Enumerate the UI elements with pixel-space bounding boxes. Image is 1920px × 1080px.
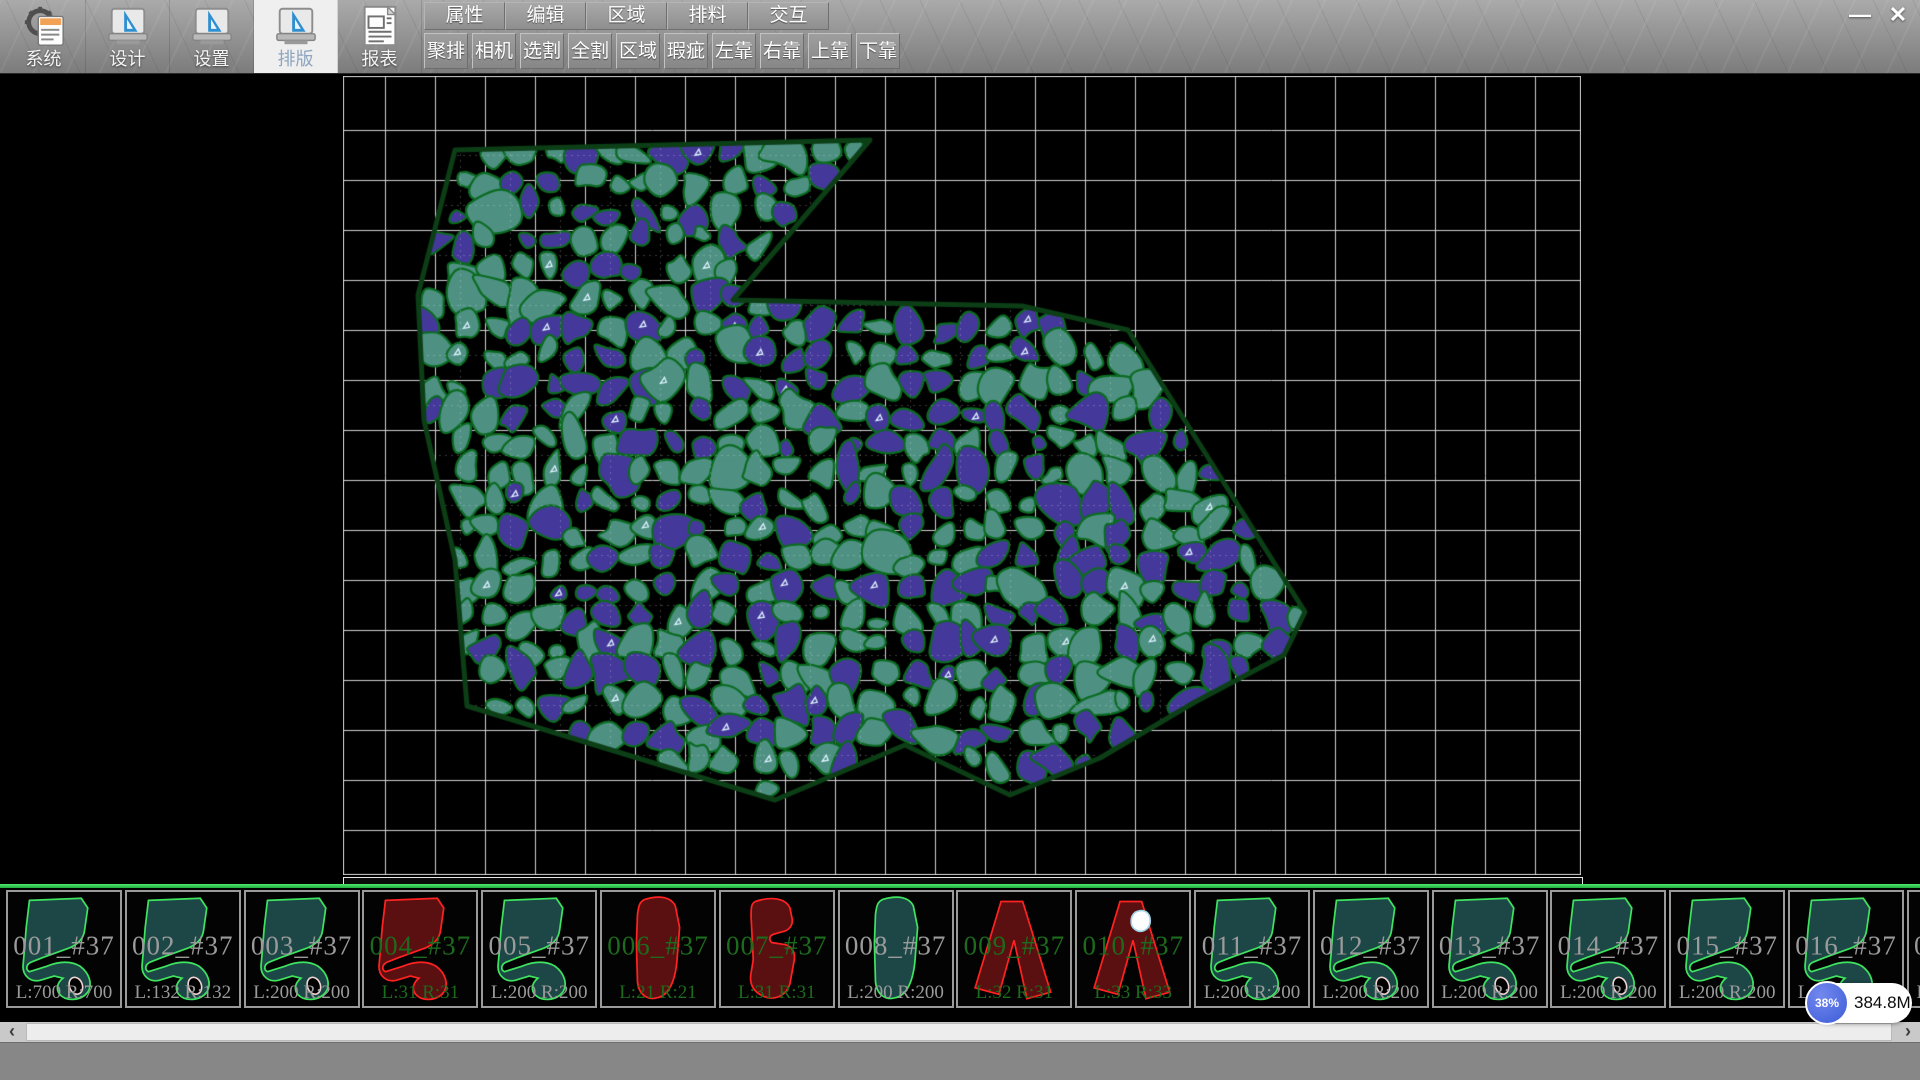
action-button[interactable]: 左靠: [712, 33, 756, 69]
main-button-group: 系统 设计 设置 排版 报表: [2, 0, 422, 73]
thumbnail-cell[interactable]: 001_#37L:700 R:700: [6, 890, 122, 1008]
nesting-canvas[interactable]: [343, 76, 1581, 875]
main-button-label: 排版: [278, 49, 314, 69]
piece-shape: [1198, 894, 1306, 1004]
thumbnail-cell[interactable]: 003_#37L:200 R:200: [244, 890, 360, 1008]
workspace: [0, 74, 1920, 884]
settings-ruler-icon: [189, 3, 235, 49]
menu-tab[interactable]: 属性: [424, 2, 505, 30]
piece-shape: [1436, 894, 1544, 1004]
piece-shape: [129, 894, 237, 1004]
action-button[interactable]: 下靠: [856, 33, 900, 69]
window-controls: — ✕: [1844, 2, 1914, 28]
piece-shape: [604, 894, 712, 1004]
horizontal-scrollbar: ‹ ›: [0, 1022, 1920, 1042]
main-button-label: 设计: [110, 49, 146, 69]
action-button[interactable]: 瑕疵: [664, 33, 708, 69]
thumbnail-cell[interactable]: 004_#37L:31 R:31: [362, 890, 478, 1008]
action-button-row: 聚排相机选割全割区域瑕疵左靠右靠上靠下靠: [424, 33, 900, 70]
system-gear-icon: [21, 3, 67, 49]
thumbnail-cell[interactable]: 012_#37L:200 R:200: [1313, 890, 1429, 1008]
main-button-report-doc[interactable]: 报表: [338, 0, 422, 73]
progress-percent-badge: 38%: [1805, 981, 1849, 1025]
piece-thumbnail-strip: 001_#37L:700 R:700002_#37L:132 R:132003_…: [0, 888, 1920, 1022]
piece-shape: [366, 894, 474, 1004]
toolbar: 系统设计设置排版报表 属性编辑区域排料交互 聚排相机选割全割区域瑕疵左靠右靠上靠…: [0, 0, 1920, 74]
thumbnail-cell[interactable]: 006_#37L:21 R:21: [600, 890, 716, 1008]
piece-shape: [723, 894, 831, 1004]
thumbnail-cell[interactable]: 008_#37L:200 R:200: [838, 890, 954, 1008]
action-button[interactable]: 相机: [472, 33, 516, 69]
application-window: 系统设计设置排版报表 属性编辑区域排料交互 聚排相机选割全割区域瑕疵左靠右靠上靠…: [0, 0, 1920, 1080]
action-button[interactable]: 右靠: [760, 33, 804, 69]
main-button-label: 系统: [26, 49, 62, 69]
thumbnail-cell[interactable]: 002_#37L:132 R:132: [125, 890, 241, 1008]
main-button-label: 设置: [194, 49, 230, 69]
thumbnail-cell[interactable]: 013_#37L:200 R:200: [1432, 890, 1548, 1008]
action-button[interactable]: 选割: [520, 33, 564, 69]
piece-shape: [1317, 894, 1425, 1004]
menu-tab-bar: 属性编辑区域排料交互: [424, 2, 829, 30]
piece-shape: [1079, 894, 1187, 1004]
piece-shape: [1673, 894, 1781, 1004]
main-button-design-ruler[interactable]: 设计: [86, 0, 170, 73]
piece-shape: [485, 894, 593, 1004]
thumbnail-cell[interactable]: 011_#37L:200 R:200: [1194, 890, 1310, 1008]
piece-shape: [960, 894, 1068, 1004]
report-doc-icon: [357, 3, 403, 49]
scroll-left-arrow-icon[interactable]: ‹: [0, 1022, 24, 1042]
main-button-layout-ruler[interactable]: 排版: [254, 0, 338, 73]
status-bar: [0, 1042, 1920, 1080]
main-button-system-gear[interactable]: 系统: [2, 0, 86, 73]
minimize-button[interactable]: —: [1844, 2, 1876, 28]
menu-tab[interactable]: 排料: [667, 2, 748, 30]
layout-ruler-icon: [273, 3, 319, 49]
action-button[interactable]: 全割: [568, 33, 612, 69]
main-button-settings-ruler[interactable]: 设置: [170, 0, 254, 73]
action-button[interactable]: 聚排: [424, 33, 468, 69]
thumbnail-cell[interactable]: 010_#37L:33 R:33: [1075, 890, 1191, 1008]
scroll-right-arrow-icon[interactable]: ›: [1896, 1022, 1920, 1042]
memory-status-pill: 38% 384.8M: [1808, 983, 1912, 1023]
design-ruler-icon: [105, 3, 151, 49]
menu-tab[interactable]: 区域: [586, 2, 667, 30]
action-button[interactable]: 上靠: [808, 33, 852, 69]
main-button-label: 报表: [362, 49, 398, 69]
thumbnail-cell[interactable]: 015_#37L:200 R:200: [1669, 890, 1785, 1008]
piece-shape: [248, 894, 356, 1004]
piece-shape: [1911, 894, 1920, 1004]
piece-shape: [842, 894, 950, 1004]
thumbnail-cell[interactable]: 009_#37L:32 R:31: [956, 890, 1072, 1008]
menu-tab[interactable]: 编辑: [505, 2, 586, 30]
memory-usage-label: 384.8M: [1854, 983, 1911, 1023]
piece-shape: [10, 894, 118, 1004]
thumbnail-cell[interactable]: 007_#37L:31 R:31: [719, 890, 835, 1008]
action-button[interactable]: 区域: [616, 33, 660, 69]
menu-tab[interactable]: 交互: [748, 2, 829, 30]
scrollbar-thumb[interactable]: [26, 1023, 1892, 1041]
thumbnail-cell[interactable]: 014_#37L:200 R:200: [1550, 890, 1666, 1008]
piece-shape: [1554, 894, 1662, 1004]
thumbnail-cell[interactable]: 005_#37L:200 R:200: [481, 890, 597, 1008]
close-button[interactable]: ✕: [1882, 2, 1914, 28]
